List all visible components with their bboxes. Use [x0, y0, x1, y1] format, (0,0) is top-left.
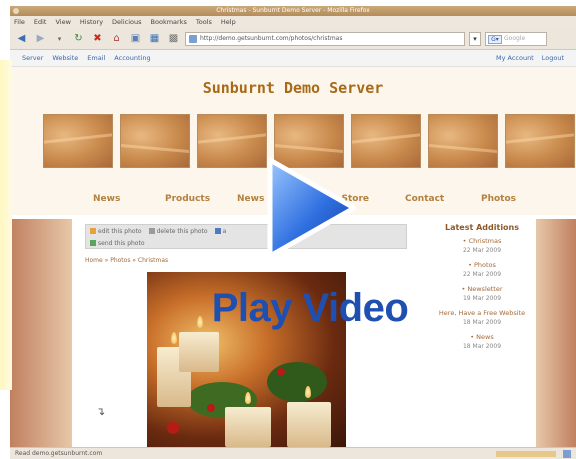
- candle-flame: [245, 392, 251, 404]
- menu-delicious[interactable]: Delicious: [112, 18, 141, 26]
- addition-link[interactable]: • Christmas: [432, 237, 532, 245]
- holly-berry: [167, 422, 179, 434]
- holly-berry: [207, 404, 215, 412]
- addition-label: Photos: [473, 261, 496, 269]
- menu-history[interactable]: History: [80, 18, 103, 26]
- addition-label: News: [476, 333, 494, 341]
- header-photo: [428, 114, 498, 168]
- play-icon[interactable]: [264, 156, 360, 260]
- home-icon[interactable]: ⌂: [109, 31, 124, 46]
- navigation-toolbar: ◀ ▶ ▾ ↻ ✖ ⌂ ▣ ▦ ▩ http://demo.getsunburn…: [10, 28, 576, 50]
- search-placeholder: Google: [504, 34, 526, 42]
- send-photo-link[interactable]: send this photo: [90, 239, 145, 247]
- dropdown-arrow-icon[interactable]: ▾: [52, 31, 67, 46]
- pencil-icon: [90, 227, 96, 234]
- add-icon: [214, 227, 221, 234]
- topnav-my-account[interactable]: My Account: [496, 54, 534, 62]
- envelope-icon: [90, 239, 96, 246]
- add-photo-link[interactable]: a: [214, 227, 227, 235]
- addition-label: Christmas: [468, 237, 502, 245]
- menu-edit[interactable]: Edit: [34, 18, 47, 26]
- url-field[interactable]: http://demo.getsunburnt.com/photos/chris…: [185, 31, 465, 46]
- menu-help[interactable]: Help: [221, 18, 236, 26]
- site-top-nav: Server Website Email Accounting My Accou…: [10, 50, 576, 67]
- nav-products[interactable]: Products: [165, 194, 237, 204]
- candle-flame: [305, 386, 311, 398]
- header-photo: [120, 114, 190, 168]
- header-photo: [351, 114, 421, 168]
- nav-contact[interactable]: Contact: [405, 194, 481, 204]
- topnav-accounting[interactable]: Accounting: [114, 54, 150, 62]
- addition-date: 18 Mar 2009: [462, 343, 502, 350]
- favicon-icon: [189, 34, 197, 43]
- window-title: Christmas - Sunburnt Demo Server - Mozil…: [216, 7, 370, 14]
- send-photo-label: send this photo: [98, 239, 145, 247]
- stop-icon[interactable]: ✖: [90, 31, 105, 46]
- mouse-cursor-icon: ↴: [96, 405, 106, 418]
- edit-photo-link[interactable]: edit this photo: [90, 227, 142, 235]
- addition-date: 22 Mar 2009: [462, 247, 502, 254]
- content-border-right: [536, 219, 576, 447]
- breadcrumb[interactable]: Home » Photos » Christmas: [85, 257, 168, 264]
- delete-photo-link[interactable]: delete this photo: [148, 227, 208, 235]
- list-item: • Photos 22 Mar 2009: [432, 261, 532, 278]
- screenshot-icon[interactable]: ▣: [128, 31, 143, 46]
- forward-arrow-icon[interactable]: ▶: [33, 31, 48, 46]
- print-icon[interactable]: ▩: [166, 31, 181, 46]
- list-item: • Christmas 22 Mar 2009: [432, 237, 532, 254]
- addition-label: Newsletter: [467, 285, 503, 293]
- topnav-logout[interactable]: Logout: [542, 54, 564, 62]
- edit-photo-label: edit this photo: [98, 227, 142, 235]
- candle-flame: [171, 332, 177, 344]
- trash-icon: [148, 227, 155, 234]
- window-titlebar: Christmas - Sunburnt Demo Server - Mozil…: [10, 6, 576, 16]
- back-arrow-icon[interactable]: ◀: [14, 31, 29, 46]
- nav-photos[interactable]: Photos: [481, 194, 531, 204]
- search-input[interactable]: G▾ Google: [485, 31, 547, 46]
- bookmark-icon[interactable]: ▦: [147, 31, 162, 46]
- header-photo: [197, 114, 267, 168]
- url-dropdown-icon[interactable]: ▾: [469, 31, 481, 46]
- menu-tools[interactable]: Tools: [196, 18, 212, 26]
- reload-icon[interactable]: ↻: [71, 31, 86, 46]
- topnav-website[interactable]: Website: [52, 54, 78, 62]
- search-engine-icon[interactable]: G▾: [488, 34, 502, 44]
- addition-date: 22 Mar 2009: [462, 271, 502, 278]
- status-bar: Read demo.getsunburnt.com: [10, 447, 576, 459]
- delete-photo-label: delete this photo: [156, 227, 208, 235]
- candle: [287, 402, 331, 447]
- holly-berry: [277, 368, 285, 376]
- candle: [179, 332, 219, 372]
- nav-news[interactable]: News: [93, 194, 165, 204]
- content-border-left: [10, 219, 72, 447]
- menu-view[interactable]: View: [55, 18, 70, 26]
- addition-label: Here, Have a Free Website: [438, 309, 526, 317]
- status-progress: [496, 451, 556, 457]
- url-text: http://demo.getsunburnt.com/photos/chris…: [200, 34, 343, 42]
- add-photo-label: a: [222, 227, 227, 235]
- list-item: • News 18 Mar 2009: [432, 333, 532, 350]
- addition-link[interactable]: • Photos: [432, 261, 532, 269]
- menu-bar: File Edit View History Delicious Bookmar…: [10, 16, 576, 28]
- background-strip: [0, 60, 12, 390]
- menu-bookmarks[interactable]: Bookmarks: [151, 18, 187, 26]
- topnav-server[interactable]: Server: [22, 54, 43, 62]
- menu-file[interactable]: File: [14, 18, 25, 26]
- play-video-label[interactable]: Play Video: [170, 286, 450, 331]
- header-photo: [505, 114, 575, 168]
- holly-leaf: [267, 362, 327, 402]
- window-menu-icon[interactable]: [13, 8, 19, 14]
- candle: [225, 407, 271, 447]
- site-title[interactable]: Sunburnt Demo Server: [10, 79, 576, 97]
- addition-link[interactable]: • News: [432, 333, 532, 341]
- header-photo: [43, 114, 113, 168]
- status-icon: [563, 450, 571, 458]
- topnav-email[interactable]: Email: [87, 54, 105, 62]
- status-text: Read demo.getsunburnt.com: [15, 450, 103, 457]
- latest-additions-title: Latest Additions: [444, 223, 520, 232]
